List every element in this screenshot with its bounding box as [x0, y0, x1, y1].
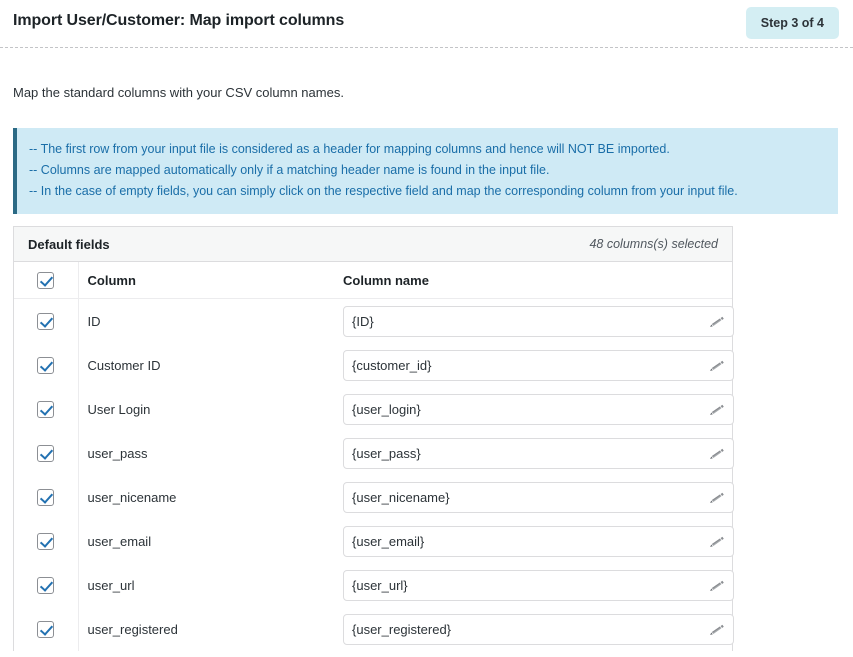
table-header: Column Column name	[14, 262, 732, 299]
row-checkbox-cell	[14, 563, 79, 607]
row-column-label: user_email	[87, 533, 152, 549]
table-row: user_registered {user_registered}	[14, 607, 734, 651]
column-name-input[interactable]: {user_registered}	[343, 613, 734, 645]
row-column-name-cell: {user_registered}	[334, 607, 734, 651]
column-name-input-value: {ID}	[352, 313, 374, 329]
pencil-icon[interactable]	[709, 358, 725, 374]
select-all-cell	[14, 262, 79, 299]
row-checkbox[interactable]	[37, 444, 55, 462]
column-name-input[interactable]: {ID}	[343, 305, 734, 337]
intro-text: Map the standard columns with your CSV c…	[13, 85, 344, 100]
row-column-label: Customer ID	[87, 357, 161, 373]
row-column-name-cell: {customer_id}	[334, 343, 734, 387]
page-header: Import User/Customer: Map import columns…	[0, 0, 853, 48]
info-notice: -- The first row from your input file is…	[13, 128, 838, 214]
card-title: Default fields	[28, 236, 110, 252]
table-row: user_url {user_url}	[14, 563, 734, 607]
pencil-icon[interactable]	[709, 446, 725, 462]
column-name-input[interactable]: {user_login}	[343, 393, 734, 425]
row-checkbox[interactable]	[37, 356, 55, 374]
row-column-label: user_nicename	[87, 489, 177, 505]
status-badge: Step 3 of 4	[745, 7, 839, 39]
row-column-name-cell: {user_url}	[334, 563, 734, 607]
column-name-input[interactable]: {customer_id}	[343, 349, 734, 381]
row-checkbox-cell	[14, 387, 79, 431]
column-name-input-value: {user_url}	[352, 577, 408, 593]
column-name-input-value: {user_registered}	[352, 621, 452, 637]
row-column-label: user_pass	[87, 445, 148, 461]
default-fields-card: Default fields 48 columns(s) selected Co…	[13, 226, 734, 651]
column-name-input[interactable]: {user_pass}	[343, 437, 734, 469]
column-name-input-value: {user_nicename}	[352, 489, 450, 505]
row-checkbox[interactable]	[37, 400, 55, 418]
row-checkbox[interactable]	[37, 532, 55, 550]
row-checkbox[interactable]	[37, 576, 55, 594]
row-checkbox-cell	[14, 343, 79, 387]
notice-line-1: -- The first row from your input file is…	[29, 142, 670, 156]
table-row: User Login {user_login}	[14, 387, 734, 431]
row-checkbox-cell	[14, 519, 79, 563]
row-column-label: user_url	[87, 577, 135, 593]
card-header: Default fields 48 columns(s) selected	[14, 227, 732, 262]
row-checkbox[interactable]	[37, 312, 55, 330]
table-row: user_nicename {user_nicename}	[14, 475, 734, 519]
column-header-column-name: Column name	[334, 262, 732, 299]
notice-line-2: -- Columns are mapped automatically only…	[29, 163, 550, 177]
row-checkbox-cell	[14, 431, 79, 475]
pencil-icon[interactable]	[709, 490, 725, 506]
row-column-name-cell: {user_pass}	[334, 431, 734, 475]
row-column-label: User Login	[87, 401, 151, 417]
column-name-input[interactable]: {user_url}	[343, 569, 734, 601]
table-row: user_email {user_email}	[14, 519, 734, 563]
column-header-column: Column	[78, 262, 334, 299]
row-column-label: user_registered	[87, 621, 178, 637]
pencil-icon[interactable]	[709, 578, 725, 594]
column-name-input-value: {user_pass}	[352, 445, 421, 461]
row-column-name-cell: {user_email}	[334, 519, 734, 563]
row-checkbox[interactable]	[37, 488, 55, 506]
page-title: Import User/Customer: Map import columns	[13, 12, 345, 29]
row-column-name-cell: {user_login}	[334, 387, 734, 431]
pencil-icon[interactable]	[709, 402, 725, 418]
select-all-checkbox[interactable]	[37, 271, 55, 289]
table-body: ID {ID} Customer ID {customer_id} User Login…	[14, 298, 734, 651]
table-header-row: Column Column name	[14, 262, 732, 299]
table-row: ID {ID}	[14, 298, 734, 344]
column-name-input-value: {user_email}	[352, 533, 425, 549]
table-row: Customer ID {customer_id}	[14, 343, 734, 387]
row-checkbox-cell	[14, 475, 79, 519]
row-checkbox[interactable]	[37, 620, 55, 638]
table-row: user_pass {user_pass}	[14, 431, 734, 475]
column-name-input-value: {customer_id}	[352, 357, 432, 373]
column-name-input[interactable]: {user_email}	[343, 525, 734, 557]
row-checkbox-cell	[14, 298, 79, 343]
row-column-name-cell: {ID}	[334, 299, 734, 344]
pencil-icon[interactable]	[709, 314, 725, 330]
column-name-input[interactable]: {user_nicename}	[343, 481, 734, 513]
row-column-name-cell: {user_nicename}	[334, 475, 734, 519]
column-mapping-table: Column Column name ID {ID} Customer ID {cus…	[14, 262, 734, 651]
selected-count-label: 48 columns(s) selected	[589, 237, 718, 251]
notice-line-3: -- In the case of empty fields, you can …	[29, 184, 738, 198]
column-name-input-value: {user_login}	[352, 401, 421, 417]
row-column-label: ID	[87, 313, 101, 329]
pencil-icon[interactable]	[709, 534, 725, 550]
row-checkbox-cell	[14, 607, 79, 651]
pencil-icon[interactable]	[709, 622, 725, 638]
